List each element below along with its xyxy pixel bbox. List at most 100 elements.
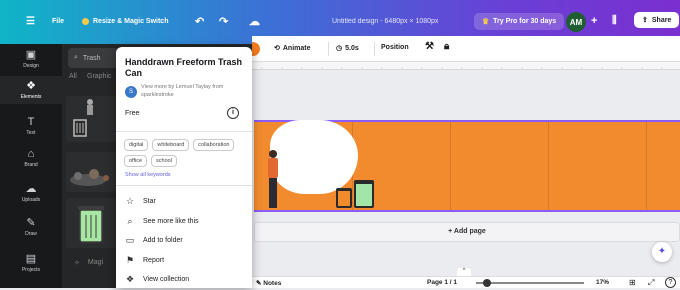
show-all-keywords-link[interactable]: Show all keywords [125,172,171,178]
menu-item-star[interactable]: ☆ Star [116,192,252,212]
grid-view-icon[interactable]: ⊞ [629,278,636,287]
design-page[interactable] [254,120,680,212]
brand-icon: ⌂ [27,148,35,160]
rail-item-projects[interactable]: ▤ Projects [0,252,62,273]
magic-label: Magi [87,259,104,266]
creator-text: View more by Lemuel Taylay from sparkles… [141,84,224,98]
magic-section[interactable]: ✧ Magi [74,259,103,267]
crown-icon: ♛ [482,17,490,26]
clock-icon: ◷ [336,45,343,52]
elements-icon: ❖ [26,80,36,92]
price-label: Free [125,110,140,117]
menu-label: Star [143,198,156,206]
uploads-icon: ☁ [25,183,37,195]
result-thumbnail[interactable] [66,96,116,142]
result-thumbnail[interactable] [66,152,116,192]
add-collaborator-icon[interactable]: + [591,15,597,27]
rail-label: Elements [20,94,42,100]
keyword-tag[interactable]: office [124,155,148,167]
rail-item-draw[interactable]: ✎ Draw [0,216,62,237]
keyword-tag[interactable]: digital [124,139,149,151]
person-legs [269,178,277,208]
result-thumbnail[interactable] [66,198,116,248]
white-blob-shape[interactable] [270,120,358,194]
chevron-up-icon[interactable]: ^ [457,268,471,276]
person-illustration[interactable] [266,150,280,210]
rail-label: Uploads [21,197,41,203]
rail-item-uploads[interactable]: ☁ Uploads [0,182,62,203]
trash-can-outline[interactable] [336,188,352,208]
fullscreen-icon[interactable]: ⤢ [648,278,654,288]
menu-label: View collection [143,276,190,284]
resize-label: Resize & Magic Switch [93,18,169,25]
collection-icon: ❖ [125,274,135,285]
rail-item-design[interactable]: ▣ Design [0,48,62,69]
help-icon[interactable]: ? [665,277,676,288]
creator-link[interactable]: S View more by Lemuel Taylay from sparkl… [125,83,246,99]
search-icon: ⌕ [74,54,78,61]
share-button[interactable]: ⇪ Share [634,12,680,28]
projects-icon: ▤ [25,253,37,265]
animate-button[interactable]: ⟲ Animate [274,44,311,53]
divider [374,42,375,56]
notes-button[interactable]: ✎ Notes [256,279,281,287]
keyword-tag[interactable]: school [151,155,177,167]
undo-icon[interactable]: ↶ [195,15,204,28]
try-pro-button[interactable]: ♛ Try Pro for 30 days [474,13,565,30]
zoom-slider[interactable] [476,282,584,284]
notes-label: Notes [263,280,282,287]
menu-item-add-to-folder[interactable]: ▭ Add to folder [116,231,252,251]
rail-item-elements[interactable]: ❖ Elements [0,76,62,104]
menu-item-view-collection[interactable]: ❖ View collection [116,270,252,290]
menu-label: Report [143,256,165,264]
duration-label: 5.0s [345,44,359,52]
divider [116,185,252,186]
left-rail: ▣ Design ❖ Elements T Text ⌂ Brand ☁ Upl… [0,44,62,288]
resize-button[interactable]: Resize & Magic Switch [82,18,168,25]
bottom-bar: ✎ Notes Page 1 / 1 17% ⊞ ⤢ ? [252,276,680,288]
rail-label: Design [23,63,39,69]
element-info-popup: Handdrawn Freeform Trash Can S View more… [116,47,252,288]
info-icon[interactable]: i [227,107,239,119]
hamburger-icon[interactable]: ☰ [26,16,35,27]
add-page-button[interactable]: + Add page [254,222,680,242]
position-button[interactable]: Position [381,44,409,51]
rail-item-text[interactable]: T Text [0,116,62,136]
avatar[interactable]: AM [566,12,586,32]
tab-all[interactable]: All [69,73,77,80]
crown-icon [82,18,89,25]
page-guide [646,122,647,210]
creator-avatar: S [125,86,137,98]
zoom-level[interactable]: 17% [596,279,609,286]
color-swatch[interactable] [252,42,260,56]
keyword-tag[interactable]: collaboration [193,139,235,151]
insights-icon[interactable]: ⫼ [612,15,617,26]
popup-title: Handdrawn Freeform Trash Can [125,57,243,78]
trash-can-green[interactable] [354,180,374,208]
menu-item-see-more[interactable]: ⌕ See more like this [116,212,252,232]
magic-assistant-icon[interactable]: ✦ [652,242,672,262]
search-value: Trash [82,54,101,62]
star-icon: ☆ [125,196,135,207]
share-icon: ⇪ [642,17,648,24]
lock-icon[interactable]: 🔒︎ [444,41,449,52]
sparkle-icon: ✧ [74,260,80,267]
duration-button[interactable]: ◷ 5.0s [336,44,359,53]
file-menu[interactable]: File [52,18,64,25]
rail-label: Projects [21,267,41,273]
paint-roller-icon[interactable]: ⚒ [425,41,434,52]
trash-pile-illustration [70,169,109,186]
tab-graphics[interactable]: Graphic [87,73,112,80]
document-title[interactable]: Untitled design - 6480px × 1080px [332,18,438,25]
popup-menu: ☆ Star ⌕ See more like this ▭ Add to fol… [116,192,252,290]
page-guide [548,122,549,210]
rail-item-brand[interactable]: ⌂ Brand [0,148,62,168]
redo-icon[interactable]: ↷ [219,15,228,28]
page-indicator[interactable]: Page 1 / 1 [427,279,457,286]
zoom-slider-handle[interactable] [483,279,491,287]
ruler-ticks [261,67,663,69]
cloud-save-icon[interactable]: ☁ [249,15,260,28]
keyword-tag[interactable]: whiteboard [152,139,190,151]
share-label: Share [651,16,672,24]
menu-item-report[interactable]: ⚑ Report [116,251,252,271]
